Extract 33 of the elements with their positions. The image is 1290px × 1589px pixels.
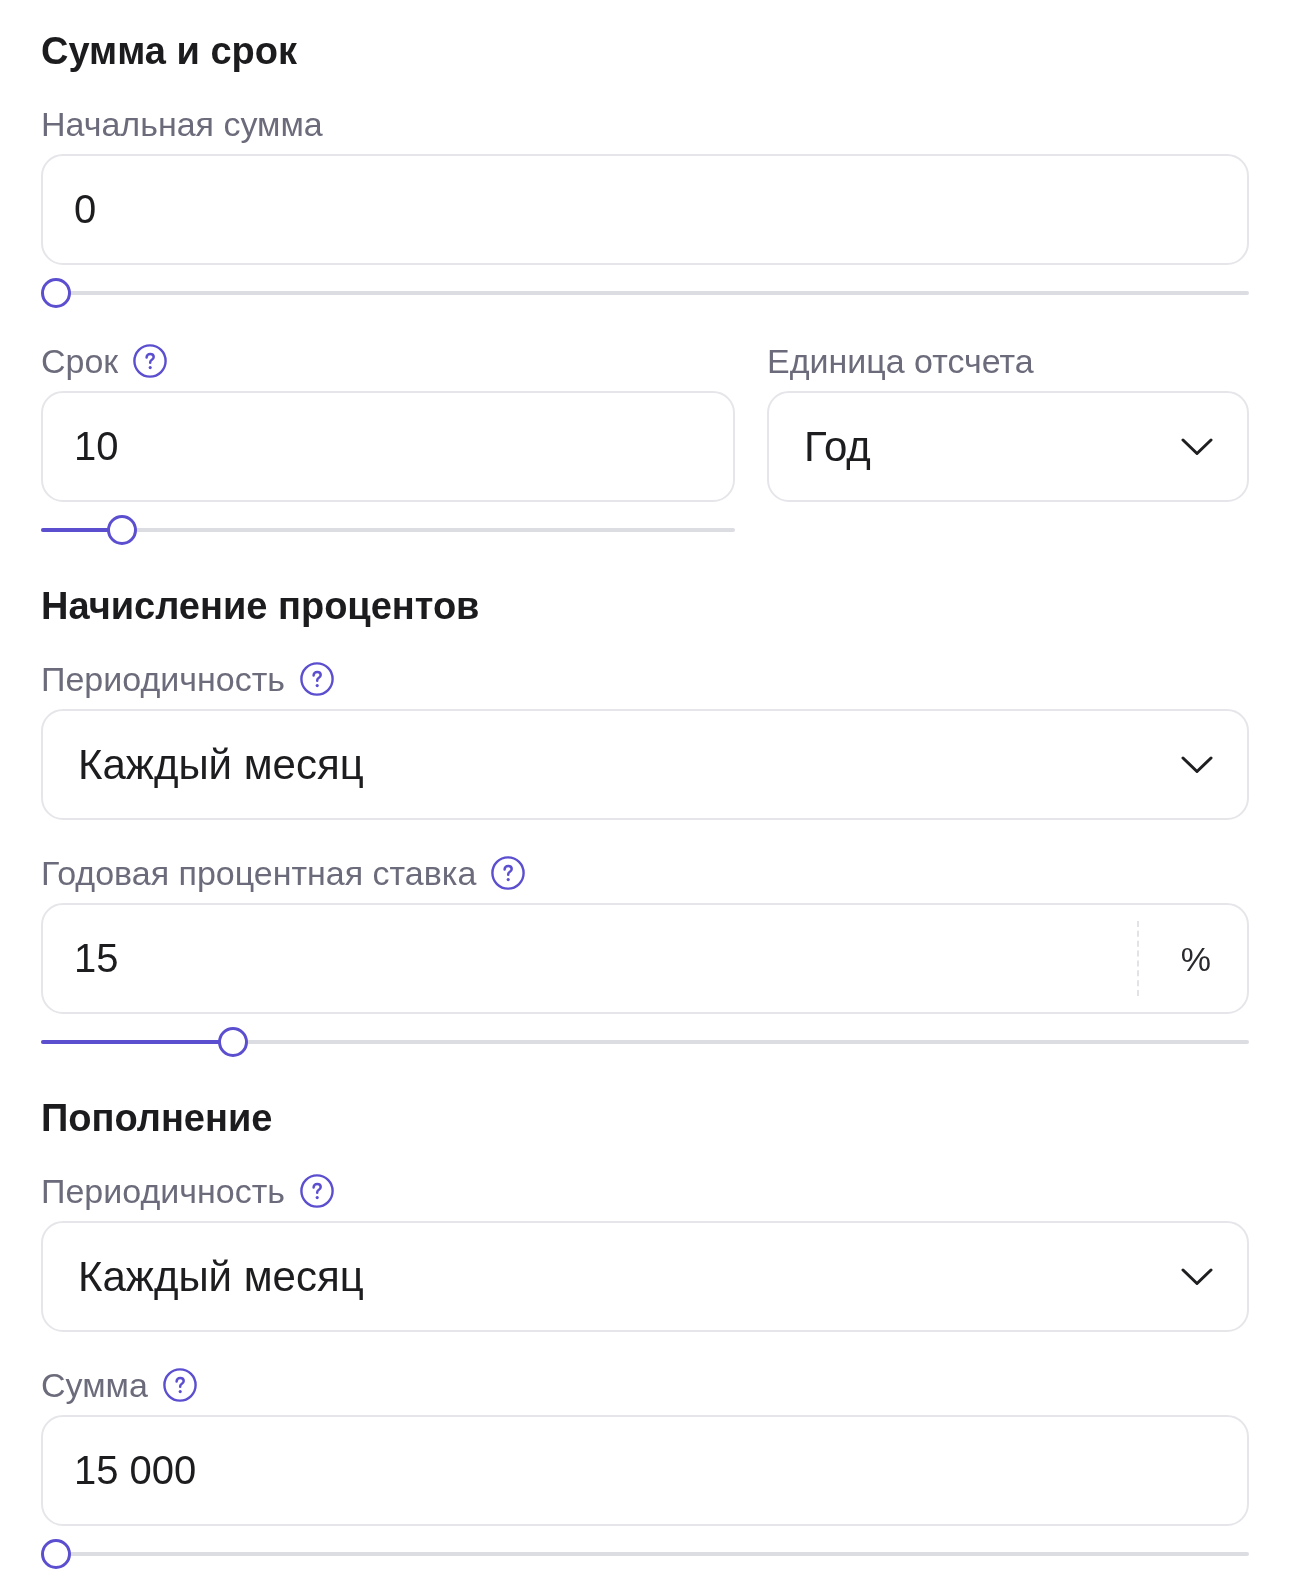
dropdown[interactable]: Каждый месяц — [41, 709, 1249, 820]
percent-suffix: % — [1180, 939, 1211, 979]
slider-track[interactable] — [41, 278, 1249, 308]
field-label: Срок — [41, 341, 119, 381]
help-icon[interactable] — [162, 1368, 197, 1402]
slider-thumb[interactable] — [41, 278, 71, 308]
slider-thumb[interactable] — [41, 1539, 71, 1569]
section-heading: Начисление процентов — [41, 584, 481, 628]
slider-track[interactable] — [41, 1539, 1249, 1569]
field-label: Начальная сумма — [41, 104, 323, 144]
slider-track[interactable] — [41, 515, 735, 545]
field-label: Периодичность — [41, 1171, 285, 1211]
help-icon[interactable] — [491, 856, 526, 890]
dropdown[interactable]: Каждый месяц — [41, 1221, 1249, 1332]
help-icon[interactable] — [133, 344, 168, 378]
slider-thumb[interactable] — [107, 515, 138, 545]
section-heading: Пополнение — [41, 1096, 274, 1140]
chevron-down-icon — [1181, 755, 1213, 774]
number-input[interactable]: 10 — [41, 391, 735, 502]
field-label: Единица отсчета — [767, 341, 1034, 381]
field-label: Сумма — [41, 1365, 148, 1405]
field-label: Годовая процентная ставка — [41, 853, 477, 893]
section-heading: Сумма и срок — [41, 29, 298, 73]
chevron-down-icon — [1181, 1267, 1213, 1286]
chevron-down-icon — [1181, 437, 1213, 456]
number-input[interactable]: 15 000 — [41, 1415, 1249, 1526]
help-icon[interactable] — [299, 1174, 334, 1208]
help-icon[interactable] — [299, 662, 334, 696]
slider-track[interactable] — [41, 1027, 1249, 1057]
field-label: Периодичность — [41, 659, 285, 699]
dropdown[interactable]: Год — [767, 391, 1249, 502]
slider-thumb[interactable] — [217, 1027, 248, 1057]
number-input[interactable]: 0 — [41, 154, 1249, 265]
